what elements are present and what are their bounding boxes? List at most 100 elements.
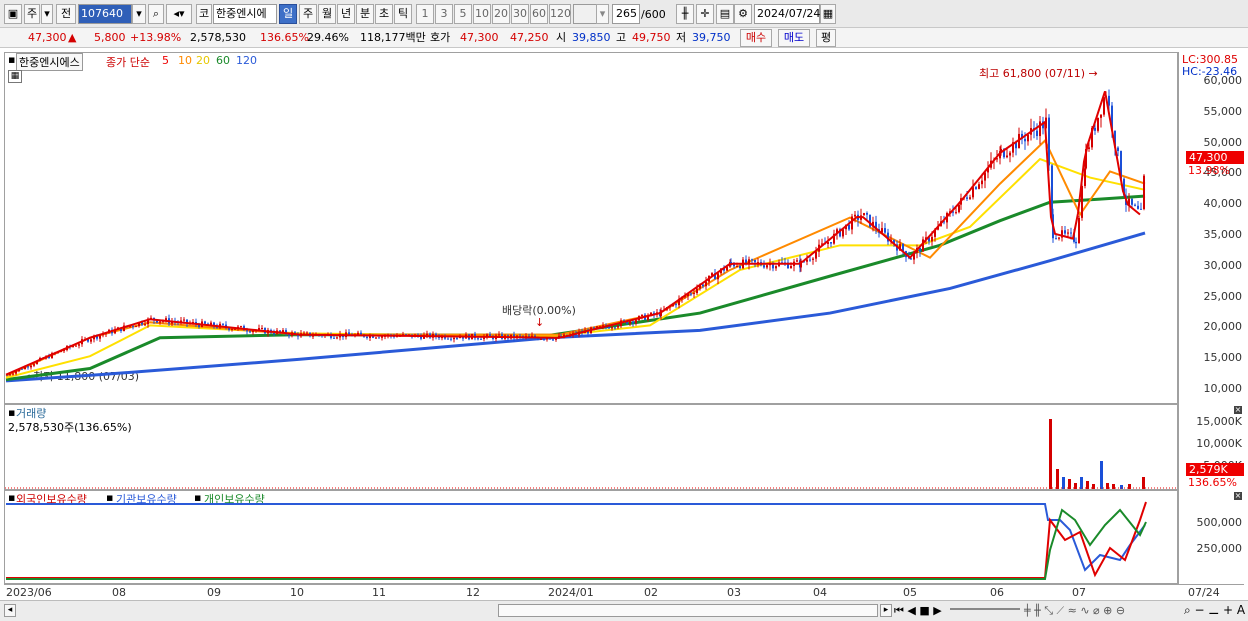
candle — [336, 337, 338, 339]
candle — [477, 338, 479, 340]
candle — [790, 266, 792, 269]
candle — [450, 338, 452, 340]
candle — [246, 330, 248, 332]
candle — [1137, 205, 1139, 209]
candle — [611, 327, 613, 329]
candle — [632, 321, 634, 324]
candle — [249, 331, 251, 333]
candle — [854, 214, 856, 217]
candle — [693, 293, 695, 295]
volume-bar — [1056, 469, 1059, 489]
candle — [614, 327, 616, 329]
candle — [75, 345, 77, 347]
candle — [1097, 117, 1099, 131]
candle — [33, 364, 35, 366]
candle — [675, 304, 677, 306]
candle — [981, 180, 983, 185]
candle — [231, 329, 233, 331]
candle — [635, 320, 637, 324]
candle — [955, 212, 957, 214]
play-controls[interactable]: ⏮ ◀ ■ ▶ — [894, 604, 942, 618]
candle — [456, 337, 458, 339]
x-tick: 07/24 — [1188, 586, 1220, 599]
candle — [30, 365, 32, 368]
candle — [1131, 198, 1133, 205]
chart-scrollbar[interactable]: ◂ ▸ ⏮ ◀ ■ ▶ ╪ ╫ ⤡ ⟋ ≈ ∿ ⌀ ⊕ ⊖ ⌕ − ⚊ + A — [0, 600, 1248, 621]
individual-line — [6, 508, 1147, 580]
candle — [333, 337, 335, 339]
candle — [751, 259, 753, 261]
candle — [546, 338, 548, 340]
candle — [27, 366, 29, 368]
candle — [866, 213, 868, 215]
x-tick: 08 — [112, 586, 126, 599]
x-axis — [4, 584, 1244, 600]
zoom-icons[interactable]: ⌕ − ⚊ + A — [1184, 603, 1245, 618]
candle — [1134, 204, 1136, 206]
scroll-left-icon[interactable]: ◂ — [4, 604, 16, 617]
candle — [1055, 238, 1057, 240]
x-tick: 2024/01 — [548, 586, 594, 599]
candle — [1094, 127, 1096, 131]
candle — [972, 187, 974, 198]
candle — [796, 260, 798, 262]
candle — [975, 187, 977, 189]
candle — [183, 319, 185, 321]
candle — [1075, 241, 1077, 244]
candle — [1067, 232, 1069, 234]
candle — [552, 339, 554, 341]
candle — [240, 326, 242, 328]
foreign-line — [6, 501, 1147, 579]
candle — [375, 337, 377, 339]
volume-bar — [1142, 477, 1145, 489]
candle — [78, 344, 80, 346]
candle — [282, 330, 284, 332]
candle — [1084, 168, 1086, 186]
x-tick: 06 — [990, 586, 1004, 599]
x-tick: 04 — [813, 586, 827, 599]
chart-canvas — [5, 89, 1177, 580]
candle — [489, 334, 491, 336]
institution-line — [6, 503, 1146, 572]
candle — [135, 326, 137, 328]
candle — [366, 336, 368, 338]
candle — [884, 228, 886, 233]
candle — [1117, 147, 1119, 152]
ma20-line — [5, 157, 1146, 379]
candle — [312, 335, 314, 337]
scroll-right-icon[interactable]: ▸ — [880, 604, 892, 617]
candle — [763, 265, 765, 268]
candle — [9, 374, 11, 376]
candle — [132, 325, 134, 327]
candle — [1048, 117, 1050, 166]
candle — [830, 242, 832, 244]
candle — [426, 333, 428, 335]
x-tick: 2023/06 — [6, 586, 52, 599]
candle — [1078, 217, 1080, 244]
candle — [261, 328, 263, 330]
x-tick: 11 — [372, 586, 386, 599]
tool-icons[interactable]: ╪ ╫ ⤡ ⟋ ≈ ∿ ⌀ ⊕ ⊖ — [1024, 604, 1125, 618]
candle — [812, 258, 814, 260]
candle — [480, 338, 482, 340]
candle — [641, 314, 643, 317]
x-tick: 12 — [466, 586, 480, 599]
candle — [357, 332, 359, 335]
volume-bar — [1062, 477, 1065, 489]
candle — [1140, 208, 1142, 210]
ma10-line — [5, 138, 1146, 377]
candle — [90, 339, 92, 342]
x-tick: 05 — [903, 586, 917, 599]
candle — [608, 326, 610, 329]
scroll-thumb[interactable] — [498, 604, 878, 617]
volume-bar — [1100, 461, 1103, 489]
candle — [851, 216, 853, 230]
zoom-slider[interactable] — [950, 608, 1020, 610]
candle — [1100, 114, 1102, 118]
candle — [360, 332, 362, 335]
candle — [204, 321, 206, 324]
candle — [775, 266, 777, 269]
candle — [702, 284, 704, 287]
candle — [12, 373, 14, 375]
x-tick: 09 — [207, 586, 221, 599]
